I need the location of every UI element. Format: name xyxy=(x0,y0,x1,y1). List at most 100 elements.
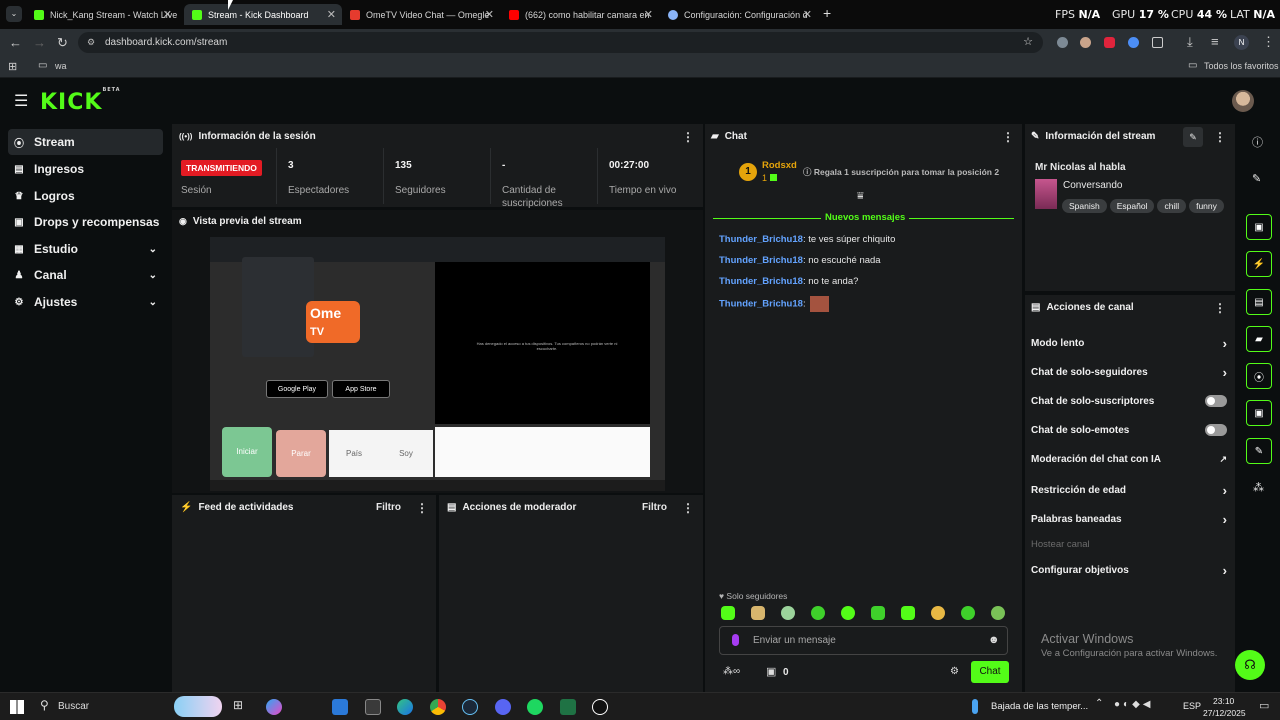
kebab-menu-icon[interactable]: ⋮ xyxy=(1214,130,1226,144)
slow-mode-row[interactable]: Modo lento › xyxy=(1031,336,1227,351)
kebab-menu-icon[interactable]: ⋮ xyxy=(416,501,428,515)
close-icon[interactable]: ✕ xyxy=(644,8,653,21)
forward-arrow-icon[interactable]: → xyxy=(33,35,46,50)
extension-icon[interactable] xyxy=(1104,37,1115,48)
info-icon[interactable]: ⓘ xyxy=(1252,134,1263,150)
emoji-picker-icon[interactable]: ☻ xyxy=(988,634,1000,646)
chat-message-input[interactable]: Enviar un mensaje ☻ xyxy=(719,626,1008,655)
kebab-menu-icon[interactable]: ⋮ xyxy=(682,130,694,144)
emotes-only-toggle[interactable] xyxy=(1205,424,1227,436)
support-headset-button[interactable]: ☊ xyxy=(1235,650,1265,680)
tray-chevron-icon[interactable]: ⌃ xyxy=(1095,698,1103,709)
extension-icon[interactable] xyxy=(1057,37,1068,48)
tab-list-chevron-icon[interactable]: ⌄ xyxy=(6,6,22,22)
chat-settings-gear-icon[interactable]: ⚙ xyxy=(950,666,959,677)
quick-action-broadcast-icon[interactable]: ⦿ xyxy=(1246,363,1272,389)
top-gifter-name[interactable]: Rodsxd xyxy=(762,160,797,171)
store-icon[interactable] xyxy=(365,699,381,715)
sidebar-item-stream[interactable]: ⦿ Stream xyxy=(8,129,163,155)
windows-start-icon[interactable] xyxy=(10,700,24,714)
feed-filter-button[interactable]: Filtro xyxy=(376,502,401,513)
close-icon[interactable]: ✕ xyxy=(163,8,172,21)
emote-icon[interactable] xyxy=(841,606,855,620)
clock-date[interactable]: 27/12/2025 xyxy=(1203,708,1246,718)
menu-kebab-icon[interactable]: ⋮ xyxy=(1262,34,1275,50)
tab-settings[interactable]: Configuración: Configuración d ✕ xyxy=(660,4,818,25)
chat-username[interactable]: Thunder_Brichu18 xyxy=(719,234,803,245)
sidebar-item-ajustes[interactable]: ⚙ Ajustes ⌄ xyxy=(8,289,163,315)
all-bookmarks-link[interactable]: Todos los favoritos xyxy=(1204,61,1279,71)
extension-icon[interactable] xyxy=(1080,37,1091,48)
edge-icon[interactable] xyxy=(397,699,413,715)
sidebar-item-logros[interactable]: ♛ Logros xyxy=(8,183,163,209)
quick-action-lightning-icon[interactable]: ⚡ xyxy=(1246,251,1272,277)
site-info-icon[interactable]: ⚙ xyxy=(87,32,95,53)
category-name[interactable]: Conversando xyxy=(1063,180,1122,191)
language-indicator[interactable]: ESP xyxy=(1183,701,1201,711)
followers-only-row[interactable]: Chat de solo-seguidores › xyxy=(1031,365,1227,380)
gift-sub-prompt[interactable]: ⓘ Regala 1 suscripción para tomar la pos… xyxy=(803,166,999,178)
url-field[interactable]: ⚙ dashboard.kick.com/stream ☆ xyxy=(78,32,1043,53)
age-restriction-row[interactable]: Restricción de edad › xyxy=(1031,483,1227,498)
taskbar-search-box[interactable]: Buscar xyxy=(58,701,89,712)
microphone-icon[interactable] xyxy=(732,634,739,646)
emote-icon[interactable] xyxy=(931,606,945,620)
emote-icon[interactable] xyxy=(781,606,795,620)
new-tab-button[interactable]: + xyxy=(823,5,831,21)
emote-icon[interactable] xyxy=(871,606,885,620)
discord-icon[interactable] xyxy=(495,699,511,715)
hamburger-menu-icon[interactable]: ☰ xyxy=(14,91,28,111)
clock-time[interactable]: 23:10 xyxy=(1213,696,1234,706)
copilot-icon[interactable] xyxy=(266,699,282,715)
configure-goals-row[interactable]: Configurar objetivos › xyxy=(1031,563,1227,578)
stream-preview-video[interactable]: Ome TV Google Play App Store Has denegad… xyxy=(210,237,665,491)
user-avatar[interactable] xyxy=(1232,90,1254,112)
quick-action-gift-icon[interactable]: ▣ xyxy=(1246,400,1272,426)
sidebar-item-canal[interactable]: ♟ Canal ⌄ xyxy=(8,262,163,288)
quick-action-camera-icon[interactable]: ▣ xyxy=(1246,214,1272,240)
download-icon[interactable]: ⤓ xyxy=(1187,34,1193,50)
emote-icon[interactable] xyxy=(751,606,765,620)
excel-icon[interactable] xyxy=(560,699,576,715)
channel-points-icon[interactable]: ⁂∞ xyxy=(723,666,740,677)
edit-pencil-icon[interactable]: ✎ xyxy=(1252,172,1261,185)
tray-icons[interactable]: ●◐◆◀ xyxy=(1114,699,1153,710)
bookmark-folder-wa[interactable]: wa xyxy=(55,61,67,71)
kick-logo[interactable]: KICKBETA xyxy=(40,87,121,115)
kebab-menu-icon[interactable]: ⋮ xyxy=(1214,301,1226,315)
gift-icon[interactable]: ▣ xyxy=(766,665,776,678)
chat-username[interactable]: Thunder_Brichu18 xyxy=(719,299,803,310)
emote-icon[interactable] xyxy=(961,606,975,620)
xbox-icon[interactable] xyxy=(592,699,608,715)
kebab-menu-icon[interactable]: ⋮ xyxy=(682,501,694,515)
back-arrow-icon[interactable]: ← xyxy=(9,35,22,50)
sidebar-item-estudio[interactable]: ▦ Estudio ⌄ xyxy=(8,236,163,262)
weather-text[interactable]: Bajada de las temper... xyxy=(991,701,1088,712)
mod-filter-button[interactable]: Filtro xyxy=(642,502,667,513)
banned-words-row[interactable]: Palabras baneadas › xyxy=(1031,512,1227,527)
emote-icon[interactable] xyxy=(901,606,915,620)
chat-username[interactable]: Thunder_Brichu18 xyxy=(719,255,803,266)
extension-icon[interactable] xyxy=(1128,37,1139,48)
tab-kick-dashboard[interactable]: Stream - Kick Dashboard ✕ xyxy=(184,4,342,25)
kebab-menu-icon[interactable]: ⋮ xyxy=(1002,130,1014,144)
bookmark-star-icon[interactable]: ☆ xyxy=(1023,32,1033,53)
emote-icon[interactable] xyxy=(721,606,735,620)
subscribers-only-toggle[interactable] xyxy=(1205,395,1227,407)
extensions-puzzle-icon[interactable] xyxy=(1152,37,1163,48)
search-icon[interactable]: ⚲ xyxy=(40,698,49,712)
ai-moderation-row[interactable]: Moderación del chat con IA ↗ xyxy=(1031,454,1227,465)
edit-pencil-icon[interactable]: ✎ xyxy=(1183,127,1203,147)
apps-grid-icon[interactable]: ⊞ xyxy=(8,60,17,73)
quick-action-chat-icon[interactable]: ▰ xyxy=(1246,326,1272,352)
profile-avatar[interactable]: N xyxy=(1234,35,1249,50)
reload-icon[interactable]: ↻ xyxy=(57,35,68,51)
pin-icon[interactable]: ⩸ xyxy=(857,190,864,203)
chat-username[interactable]: Thunder_Brichu18 xyxy=(719,276,803,287)
add-quick-action-icon[interactable]: ⁂ xyxy=(1253,481,1264,494)
sidebar-item-ingresos[interactable]: ▤ Ingresos xyxy=(8,156,163,182)
close-icon[interactable]: ✕ xyxy=(327,8,336,21)
close-icon[interactable]: ✕ xyxy=(485,8,494,21)
notifications-icon[interactable]: ▭ xyxy=(1259,699,1269,712)
emote-icon[interactable] xyxy=(811,606,825,620)
